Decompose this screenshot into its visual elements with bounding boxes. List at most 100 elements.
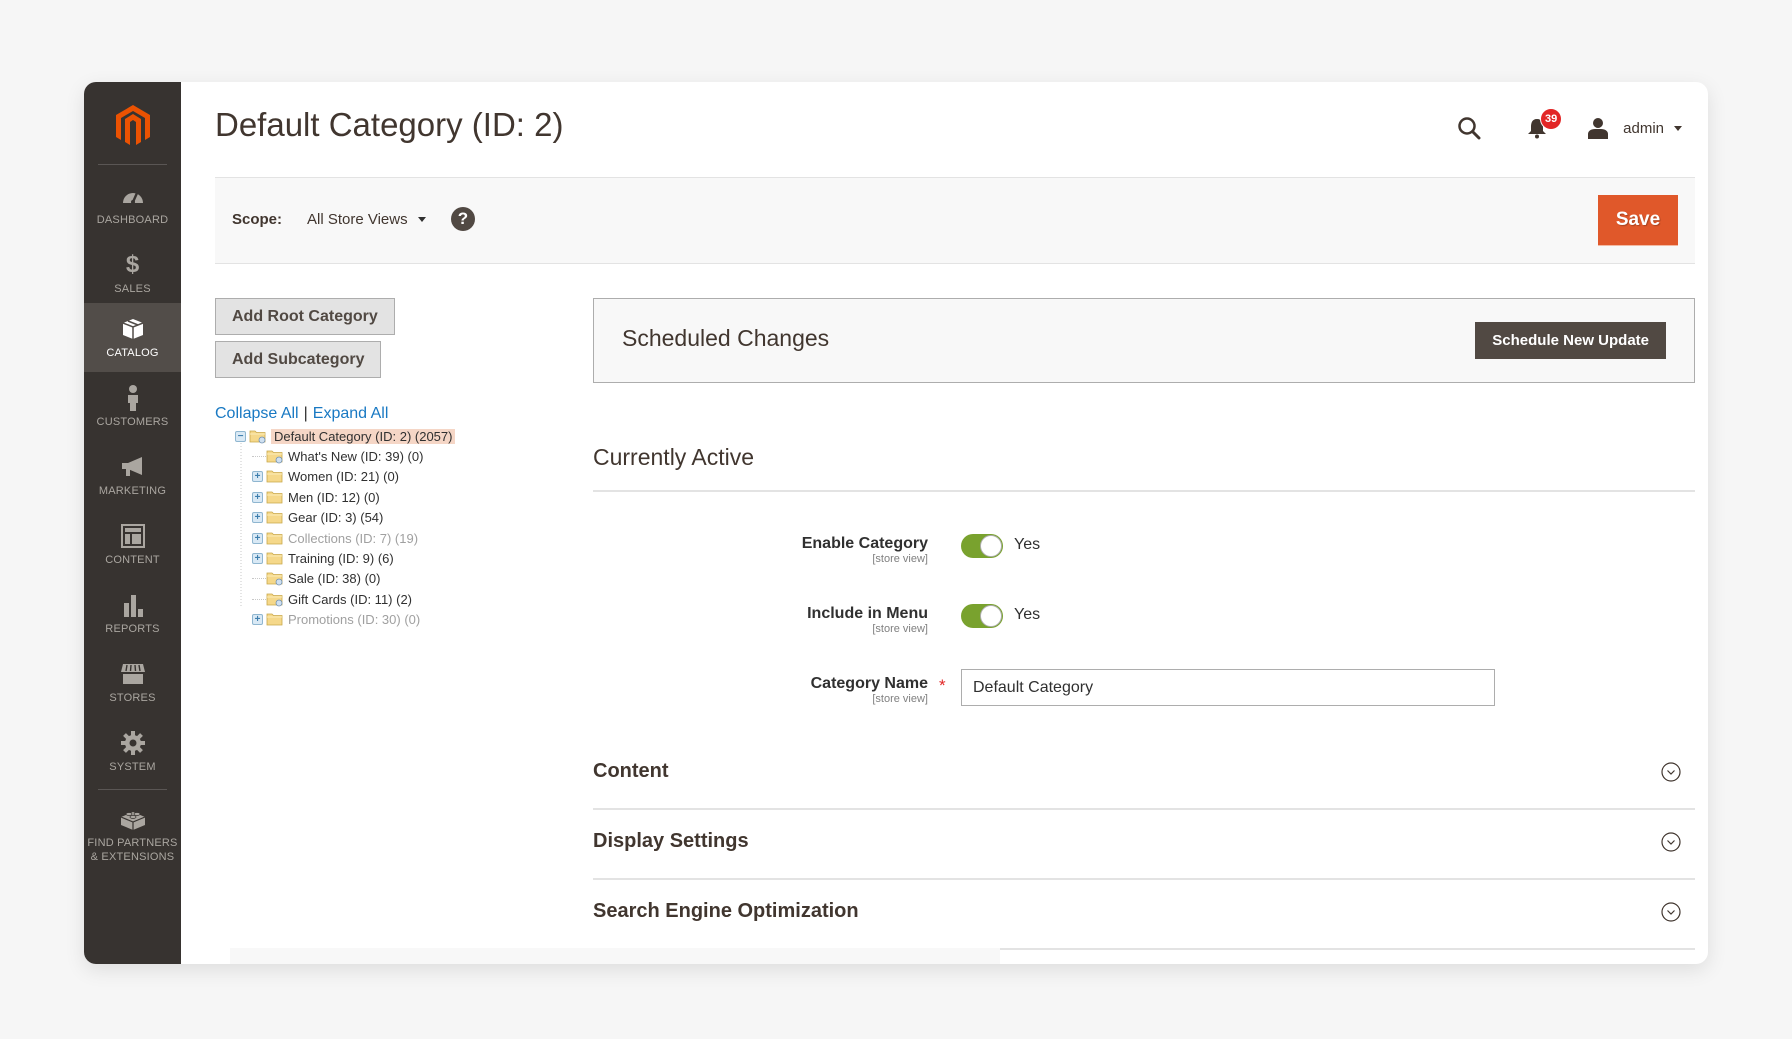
sidebar-item-content[interactable]: CONTENT (84, 510, 181, 579)
expand-node-icon[interactable]: + (252, 532, 263, 544)
expand-node-icon[interactable]: + (252, 614, 263, 626)
expand-node-icon[interactable]: + (252, 471, 263, 483)
sidebar-item-label: SALES (114, 282, 151, 295)
tree-node-label: What's New (ID: 39) (0) (288, 448, 424, 464)
chevron-down-circle-icon (1661, 832, 1681, 852)
currently-active-title: Currently Active (593, 444, 755, 470)
tree-node[interactable]: Gift Cards (ID: 11) (2) (252, 589, 412, 609)
sidebar-item-customers[interactable]: CUSTOMERS (84, 372, 181, 441)
add-root-category-button[interactable]: Add Root Category (215, 298, 395, 335)
sidebar-item-label: CATALOG (106, 346, 159, 359)
tree-node[interactable]: + Collections (ID: 7) (19) (252, 528, 418, 548)
scope-switcher[interactable]: All Store Views (307, 211, 426, 228)
section-title: Display Settings (593, 830, 749, 852)
lego-brick-icon (120, 806, 146, 832)
tree-node-label: Men (ID: 12) (0) (288, 489, 380, 505)
chevron-down-circle-icon (1661, 902, 1681, 922)
include-in-menu-label: Include in Menu (807, 605, 928, 622)
enable-category-label: Enable Category (801, 535, 928, 552)
include-in-menu-value: Yes (1014, 606, 1041, 623)
expand-all-link[interactable]: Expand All (313, 405, 389, 422)
folder-icon (266, 613, 283, 626)
section-display-settings[interactable]: Display Settings (593, 810, 1695, 880)
expand-node-icon[interactable]: + (252, 512, 263, 524)
field-label: Enable Category [store view] (593, 534, 928, 566)
add-subcategory-button[interactable]: Add Subcategory (215, 341, 382, 378)
save-button[interactable]: Save (1598, 195, 1678, 246)
folder-icon (266, 491, 283, 504)
chevron-down-circle-icon (1661, 762, 1681, 782)
expand-node-icon[interactable]: + (252, 491, 263, 503)
chevron-down-icon (417, 217, 426, 222)
horizontal-scrollbar-track[interactable] (230, 948, 1000, 964)
sidebar-item-label: MARKETING (98, 484, 167, 497)
tree-node-label: Sale (ID: 38) (0) (288, 571, 381, 587)
megaphone-icon (120, 454, 146, 480)
magento-logo-icon[interactable] (84, 96, 181, 156)
category-name-input[interactable] (961, 669, 1495, 706)
enable-category-value: Yes (1014, 536, 1041, 553)
tree-node[interactable]: + Gear (ID: 3) (54) (252, 508, 383, 528)
tree-node-label: Gear (ID: 3) (54) (288, 510, 384, 526)
section-title: Search Engine Optimization (593, 900, 859, 922)
tree-node-label: Collections (ID: 7) (19) (288, 530, 419, 546)
person-icon (120, 384, 146, 411)
layout-icon (120, 523, 146, 549)
sidebar: DASHBOARD $ SALES CATALOG CUSTOMERS MARK… (84, 82, 181, 964)
notifications-button[interactable]: 39 (1527, 108, 1563, 139)
anchor-folder-icon (249, 430, 266, 443)
sidebar-item-marketing[interactable]: MARKETING (84, 441, 181, 510)
user-icon (1588, 118, 1609, 139)
category-name-label: Category Name (810, 675, 928, 692)
tree-node-label: Women (ID: 21) (0) (288, 469, 400, 485)
tree-node[interactable]: + Women (ID: 21) (0) (252, 467, 399, 487)
sidebar-item-find-partners[interactable]: FIND PARTNERS & EXTENSIONS (84, 795, 181, 875)
sidebar-item-dashboard[interactable]: DASHBOARD (84, 170, 181, 239)
tree-node[interactable]: + Men (ID: 12) (0) (252, 487, 380, 507)
dashboard-gauge-icon (120, 183, 146, 209)
notifications-count-badge: 39 (1540, 108, 1563, 130)
folder-icon (266, 552, 283, 565)
gear-icon (120, 730, 146, 756)
tree-connector (252, 578, 266, 580)
anchor-folder-icon (266, 593, 283, 607)
tree-node[interactable]: + Promotions (ID: 30) (0) (252, 610, 420, 630)
tree-connector (252, 455, 266, 457)
tree-node[interactable]: + Training (ID: 9) (6) (252, 548, 394, 568)
tree-node[interactable]: What's New (ID: 39) (0) (252, 446, 423, 466)
scope-hint: [store view] (872, 553, 928, 565)
user-menu[interactable]: admin (1587, 117, 1682, 139)
help-icon[interactable]: ? (451, 207, 475, 231)
sidebar-item-label: FIND PARTNERS (87, 837, 178, 849)
tree-node[interactable]: − Default Category (ID: 2) (2057) (235, 426, 456, 446)
sidebar-item-label: CONTENT (105, 553, 160, 566)
tree-node[interactable]: Sale (ID: 38) (0) (252, 569, 380, 589)
folder-icon (266, 532, 283, 544)
sidebar-item-system[interactable]: SYSTEM (84, 717, 181, 786)
sidebar-item-stores[interactable]: STORES (84, 648, 181, 717)
scope-label: Scope: (232, 211, 283, 228)
sidebar-item-catalog[interactable]: CATALOG (84, 303, 181, 372)
collapse-node-icon[interactable]: − (235, 430, 246, 442)
scope-bar: Scope: All Store Views ? Save (215, 177, 1695, 264)
sidebar-divider (98, 789, 167, 790)
tree-node-label: Promotions (ID: 30) (0) (288, 612, 421, 628)
anchor-folder-icon (266, 572, 283, 586)
collapse-all-link[interactable]: Collapse All (215, 405, 299, 422)
schedule-new-update-button[interactable]: Schedule New Update (1475, 322, 1666, 359)
global-search-button[interactable] (1457, 116, 1481, 140)
section-content[interactable]: Content (593, 740, 1695, 810)
section-seo[interactable]: Search Engine Optimization (593, 880, 1695, 950)
enable-category-toggle[interactable] (961, 534, 1003, 558)
field-label: Category Name [store view] (593, 674, 928, 706)
search-icon (1458, 117, 1481, 140)
tree-node-label: Default Category (ID: 2) (2057) (271, 428, 456, 444)
bar-chart-icon (120, 592, 146, 618)
expand-node-icon[interactable]: + (252, 552, 263, 564)
include-in-menu-toggle[interactable] (961, 604, 1003, 628)
sidebar-item-label: DASHBOARD (96, 213, 169, 226)
field-label: Include in Menu [store view] (593, 604, 928, 636)
sidebar-item-reports[interactable]: REPORTS (84, 579, 181, 648)
sidebar-item-sales[interactable]: $ SALES (84, 239, 181, 308)
scheduled-changes-panel: Scheduled Changes Schedule New Update (593, 298, 1695, 383)
